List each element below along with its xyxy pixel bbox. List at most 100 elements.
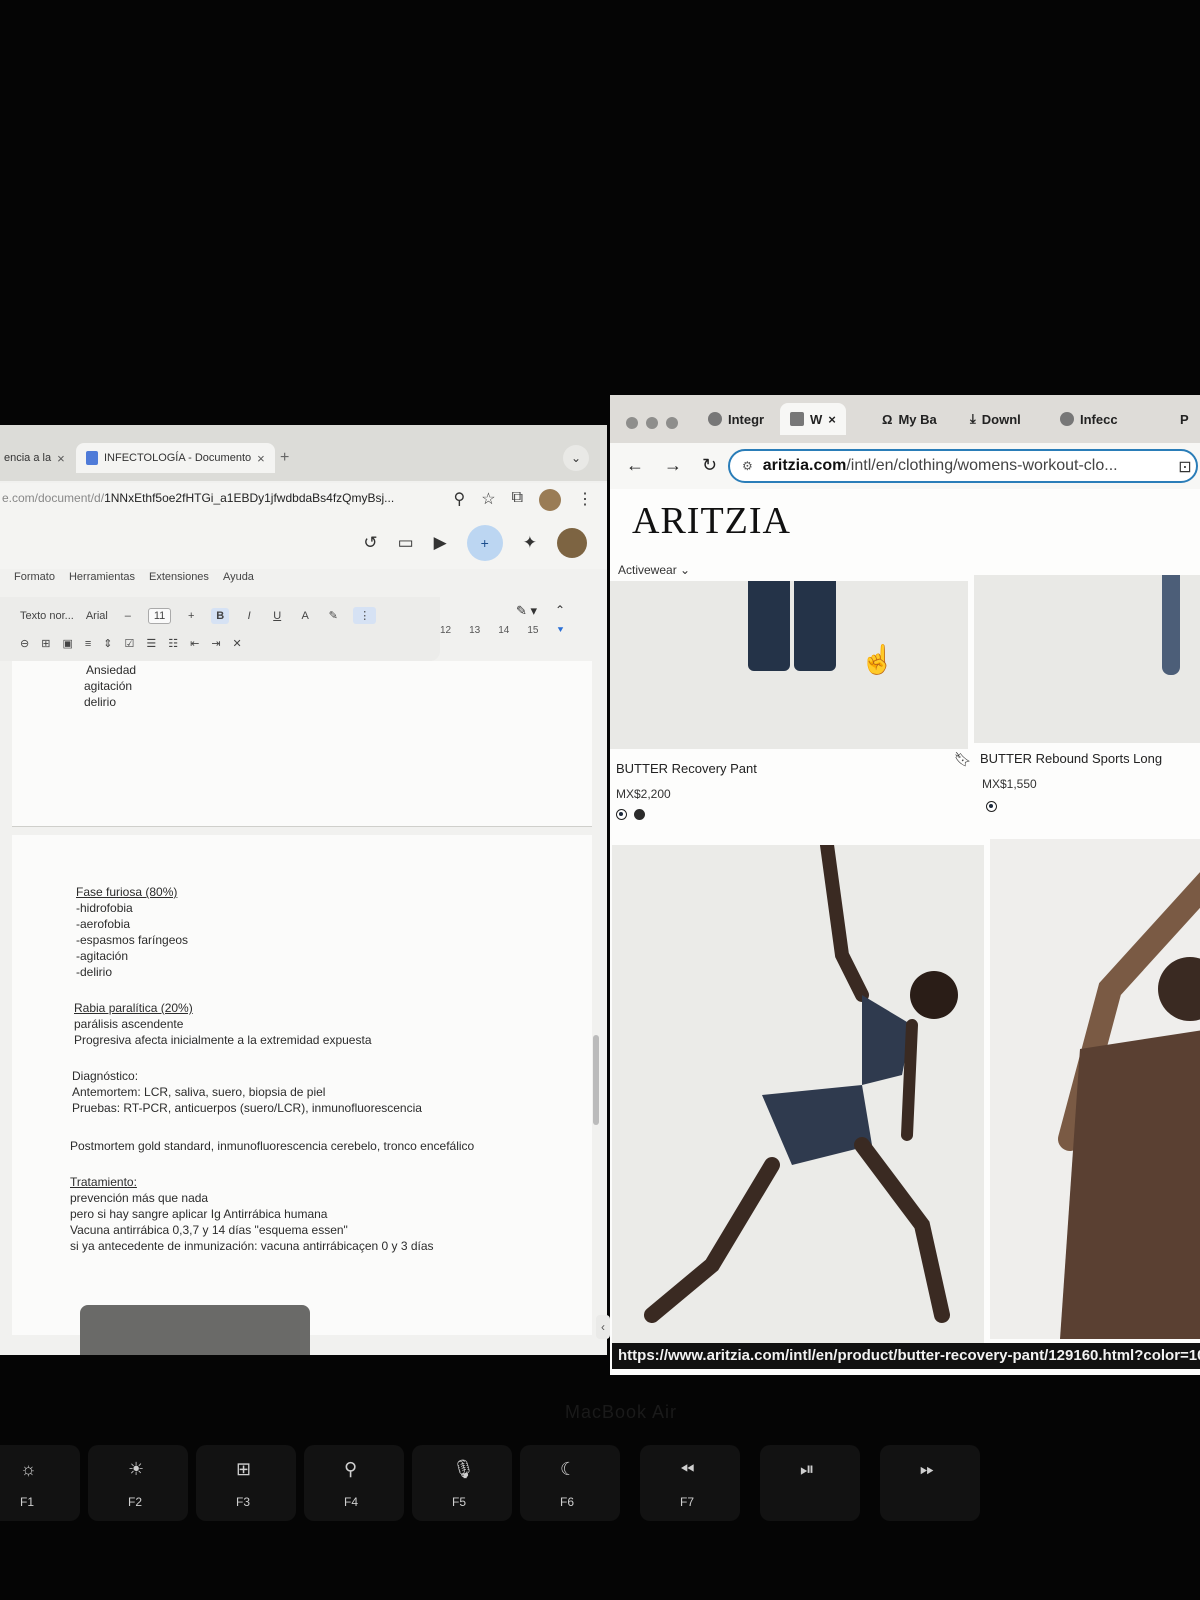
menu-herramientas[interactable]: Herramientas <box>69 571 135 595</box>
gemini-icon[interactable]: ✦ <box>523 533 537 553</box>
url-rest: 1NNxEthf5oe2fHTGi_a1EBDy1jfwdbdaBs4fzQmy… <box>104 491 395 505</box>
site-settings-icon[interactable]: ⚙ <box>742 459 753 473</box>
link-icon[interactable]: ⊖ <box>20 637 29 650</box>
f8-key[interactable]: ⏯︎ <box>760 1445 860 1521</box>
tab-previous[interactable]: encia a la × <box>0 443 75 473</box>
more-vert-icon[interactable]: ⋮ <box>577 489 593 511</box>
product-image[interactable] <box>974 575 1200 743</box>
close-icon[interactable]: × <box>57 451 65 466</box>
menu-ayuda[interactable]: Ayuda <box>223 571 254 595</box>
tab-infectologia[interactable]: INFECTOLOGÍA - Documento × <box>76 443 275 473</box>
product-name[interactable]: BUTTER Rebound Sports Long <box>980 751 1162 766</box>
f3-key[interactable]: ⊞ F3 <box>196 1445 296 1521</box>
doc-page[interactable]: Ansiedad agitación delirio <box>12 661 592 827</box>
color-swatch[interactable] <box>634 809 645 820</box>
bold-button[interactable]: B <box>211 607 230 624</box>
bullet-list-icon[interactable]: ☰ <box>146 637 156 650</box>
close-icon[interactable]: × <box>828 412 836 427</box>
docs-address-bar[interactable]: e.com/document/d/1NNxEthf5oe2fHTGi_a1EBD… <box>0 483 607 517</box>
f1-key[interactable]: ☼ F1 <box>0 1445 80 1521</box>
f6-key[interactable]: ☾ F6 <box>520 1445 620 1521</box>
reload-icon[interactable]: ↻ <box>702 455 717 476</box>
product-image[interactable]: ☝ <box>610 581 968 749</box>
scrollbar[interactable] <box>593 1035 599 1125</box>
product-figure <box>1162 575 1180 675</box>
collapse-menus-icon[interactable]: ⌃ <box>555 603 565 617</box>
italic-button[interactable]: I <box>241 610 257 622</box>
decrease-size-icon[interactable]: – <box>120 610 136 622</box>
bookmark-icon[interactable]: 🔖︎ <box>954 751 972 768</box>
chevron-left-icon[interactable]: ‹ <box>596 1315 610 1339</box>
address-bar[interactable]: ⚙ aritzia.com/intl/en/clothing/womens-wo… <box>728 449 1198 483</box>
category-dropdown[interactable]: Activewear ⌄ <box>618 563 690 577</box>
chevron-down-icon[interactable]: ⌄ <box>563 445 589 471</box>
tab-p[interactable]: P <box>1170 403 1199 435</box>
share-button[interactable]: + <box>466 525 503 561</box>
indent-increase-icon[interactable]: ⇥ <box>211 637 220 650</box>
menu-formato[interactable]: Formato <box>14 571 55 595</box>
zoom-window-button[interactable] <box>666 417 678 429</box>
back-icon[interactable]: ← <box>626 455 644 476</box>
star-icon[interactable]: ☆ <box>481 489 495 511</box>
category-label: Activewear <box>618 563 677 577</box>
text-color-button[interactable]: A <box>297 610 313 622</box>
f7-key[interactable]: ⏪︎ F7 <box>640 1445 740 1521</box>
avatar[interactable] <box>557 528 587 558</box>
install-app-icon[interactable]: ⊡ <box>1178 457 1191 477</box>
indent-decrease-icon[interactable]: ⇤ <box>190 637 199 650</box>
f9-key[interactable]: ⏩︎ <box>880 1445 980 1521</box>
increase-size-icon[interactable]: + <box>183 610 199 622</box>
f4-key[interactable]: ⚲ F4 <box>304 1445 404 1521</box>
new-tab-icon[interactable]: + <box>280 449 289 467</box>
font-select[interactable]: Arial <box>86 610 108 622</box>
edit-mode-icon[interactable]: ✎ ▾ <box>516 603 537 619</box>
clear-format-icon[interactable]: ✕ <box>233 637 242 650</box>
line-spacing-icon[interactable]: ⇕ <box>103 637 112 650</box>
extensions-icon[interactable]: ⧉ <box>512 489 523 511</box>
tab-download[interactable]: ⤓ Downl <box>960 403 1031 435</box>
forward-icon[interactable]: → <box>664 455 682 476</box>
color-swatch[interactable] <box>616 809 627 820</box>
image-icon[interactable]: ▣ <box>62 637 72 650</box>
checklist-icon[interactable]: ☑ <box>124 637 134 650</box>
product-name[interactable]: BUTTER Recovery Pant <box>616 761 757 776</box>
avatar[interactable] <box>539 489 561 511</box>
site-logo[interactable]: ARITZIA <box>632 499 791 543</box>
ruler-indent-icon[interactable]: ⯆ <box>557 625 565 636</box>
doc-line: Vacuna antirrábica 0,3,7 y 14 días "esqu… <box>70 1223 348 1237</box>
color-swatch[interactable] <box>986 801 997 812</box>
minimize-window-button[interactable] <box>646 417 658 429</box>
f2-key[interactable]: ☀ F2 <box>88 1445 188 1521</box>
align-icon[interactable]: ≡ <box>85 638 91 650</box>
close-icon[interactable]: × <box>257 451 265 466</box>
doc-page[interactable]: Fase furiosa (80%) -hidrofobia -aerofobi… <box>12 835 592 1335</box>
address-url[interactable]: e.com/document/d/1NNxEthf5oe2fHTGi_a1EBD… <box>2 491 394 505</box>
tab-aritzia[interactable]: W × <box>780 403 846 435</box>
aritzia-page: ARITZIA Activewear ⌄ ☝ BUTTER Recovery P… <box>610 489 1200 1375</box>
comment-add-icon[interactable]: ⊞ <box>41 637 50 650</box>
product-image[interactable] <box>990 839 1200 1339</box>
tab-my-bank[interactable]: Ω My Ba <box>872 403 947 435</box>
menu-extensiones[interactable]: Extensiones <box>149 571 209 595</box>
doc-line: pero si hay sangre aplicar Ig Antirrábic… <box>70 1207 328 1221</box>
product-image[interactable] <box>612 845 984 1345</box>
spotlight-icon: ⚲ <box>344 1459 358 1479</box>
tab-infecc[interactable]: Infecc <box>1050 403 1128 435</box>
style-select[interactable]: Texto nor... <box>20 610 74 622</box>
more-tools-icon[interactable]: ⋮ <box>353 607 377 624</box>
comment-icon[interactable]: ▭ <box>398 533 414 553</box>
f5-key[interactable]: 🎙︎ F5 <box>412 1445 512 1521</box>
tab-integr[interactable]: Integr <box>698 403 774 435</box>
highlight-icon[interactable]: ✎ <box>325 609 341 622</box>
numbered-list-icon[interactable]: ☷ <box>168 637 178 650</box>
font-size-input[interactable]: 11 <box>147 607 172 624</box>
zoom-icon[interactable]: ⚲ <box>454 489 466 511</box>
history-icon[interactable]: ↺ <box>363 533 377 553</box>
meet-icon[interactable]: ▶ <box>434 533 447 553</box>
doc-line: Antemortem: LCR, saliva, suero, biopsia … <box>72 1085 326 1099</box>
floating-panel[interactable] <box>80 1305 310 1355</box>
doc-line: -delirio <box>76 965 113 979</box>
close-window-button[interactable] <box>626 417 638 429</box>
underline-button[interactable]: U <box>269 610 285 622</box>
ruler-mark: 13 <box>469 625 481 636</box>
